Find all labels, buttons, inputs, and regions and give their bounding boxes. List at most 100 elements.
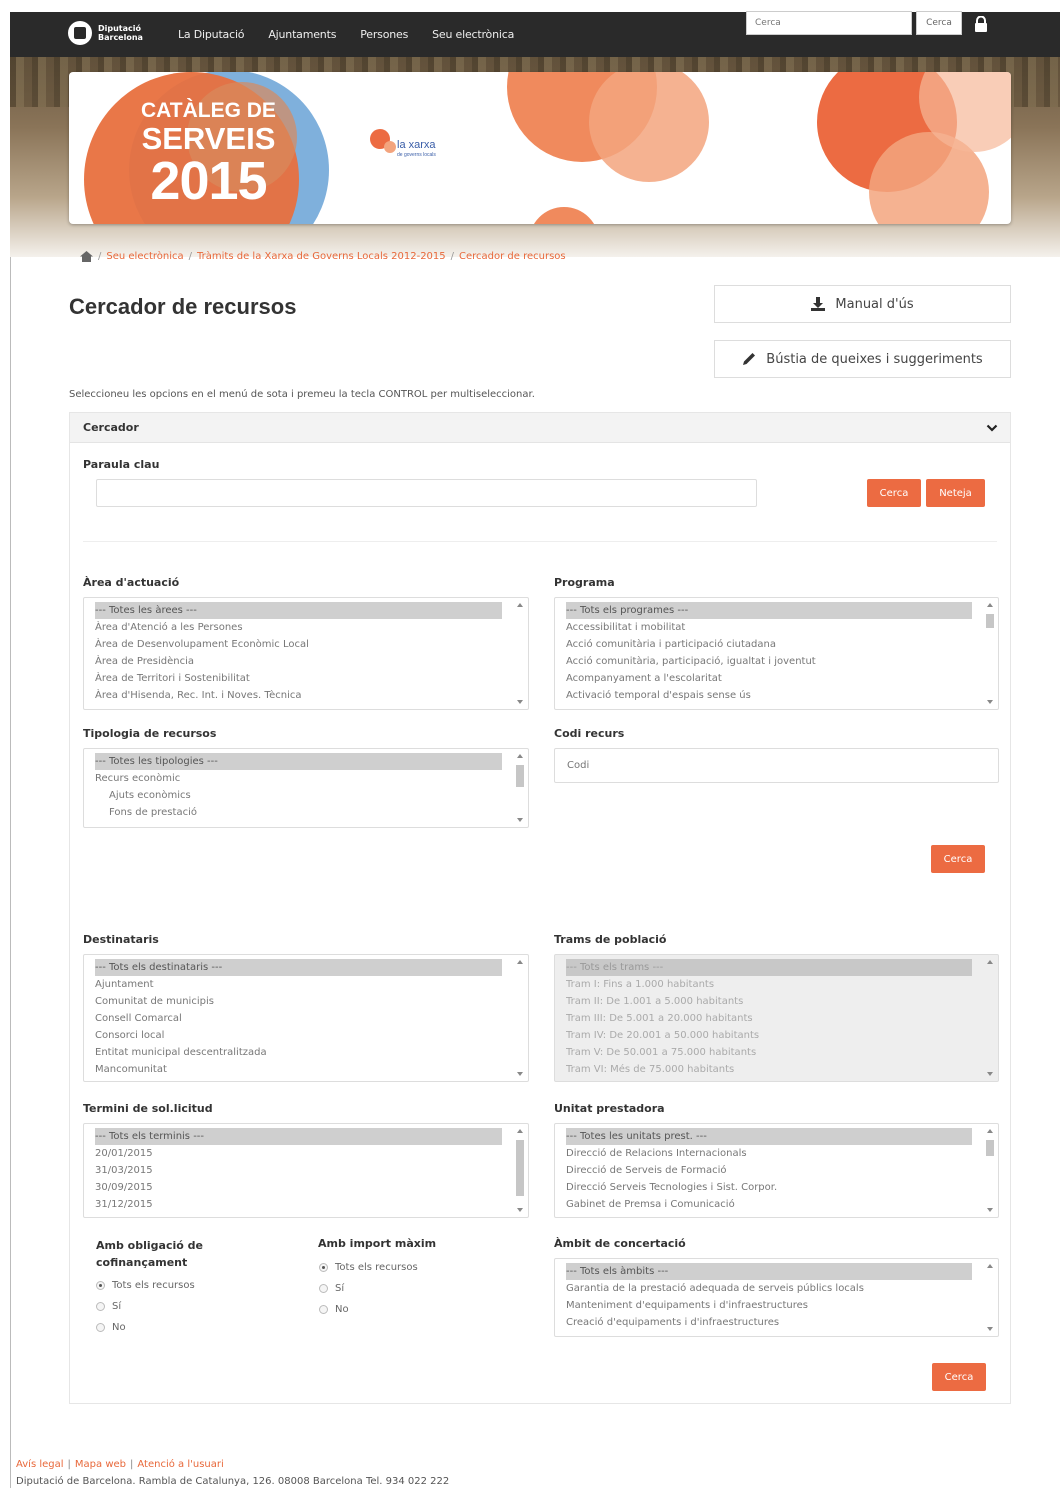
- trams-scrollbar[interactable]: [984, 957, 996, 1079]
- programa-listbox[interactable]: --- Tots els programes --- Accessibilita…: [554, 597, 999, 710]
- unitat-option[interactable]: --- Totes les unitats prest. ---: [566, 1128, 972, 1145]
- trams-option[interactable]: Tram V: De 50.001 a 75.000 habitants: [566, 1044, 972, 1061]
- nav-item-ajuntaments[interactable]: Ajuntaments: [268, 28, 336, 41]
- termini-option[interactable]: 30/09/2015: [95, 1179, 502, 1196]
- ambit-scrollbar[interactable]: [984, 1261, 996, 1334]
- programa-option[interactable]: Acompanyament a l'escolaritat: [566, 670, 972, 687]
- keyword-clear-button[interactable]: Neteja: [926, 479, 985, 507]
- home-icon[interactable]: [80, 251, 93, 262]
- programa-option[interactable]: --- Tots els programes ---: [566, 602, 972, 619]
- cofinancament-option-no[interactable]: No: [96, 1322, 126, 1333]
- destinataris-scrollbar[interactable]: [514, 957, 526, 1079]
- programa-scrollbar[interactable]: [984, 600, 996, 707]
- breadcrumb-item-seu[interactable]: Seu electrònica: [106, 251, 183, 262]
- breadcrumb-item-tramits[interactable]: Tràmits de la Xarxa de Governs Locals 20…: [197, 251, 446, 262]
- area-option[interactable]: --- Totes les àrees ---: [95, 602, 502, 619]
- bottom-search-button[interactable]: Cerca: [932, 1363, 986, 1391]
- trams-option[interactable]: Tram III: De 5.001 a 20.000 habitants: [566, 1010, 972, 1027]
- termini-scrollbar[interactable]: [514, 1126, 526, 1215]
- unitat-scrollbar[interactable]: [984, 1126, 996, 1215]
- termini-listbox[interactable]: --- Tots els terminis --- 20/01/2015 31/…: [83, 1123, 529, 1218]
- footer-link-avis-legal[interactable]: Avís legal: [16, 1459, 64, 1470]
- import-option-no[interactable]: No: [319, 1304, 349, 1315]
- import-option-yes[interactable]: Sí: [319, 1283, 344, 1294]
- radio-icon[interactable]: [319, 1263, 328, 1272]
- tipologia-option[interactable]: Ajuts econòmics: [95, 787, 502, 804]
- panel-header[interactable]: Cercador: [70, 413, 1010, 443]
- trams-option[interactable]: --- Tots els trams ---: [566, 959, 972, 976]
- nav-item-seu[interactable]: Seu electrònica: [432, 28, 514, 41]
- destinataris-option[interactable]: Ajuntament: [95, 976, 502, 993]
- destinataris-option[interactable]: Comunitat de municipis: [95, 993, 502, 1010]
- diputacio-logo[interactable]: Diputació Barcelona: [68, 21, 143, 45]
- destinataris-option[interactable]: Consell Comarcal: [95, 1010, 502, 1027]
- keyword-search-button[interactable]: Cerca: [867, 479, 921, 507]
- destinataris-option[interactable]: Entitat municipal descentralitzada: [95, 1044, 502, 1061]
- complaints-button-label: Bústia de queixes i suggeriments: [766, 351, 983, 367]
- radio-icon[interactable]: [96, 1302, 105, 1311]
- area-scrollbar[interactable]: [514, 600, 526, 707]
- destinataris-option[interactable]: --- Tots els destinataris ---: [95, 959, 502, 976]
- unitat-option[interactable]: Gabinet de Premsa i Comunicació: [566, 1196, 972, 1213]
- ambit-option[interactable]: Manteniment d'equipaments i d'infraestru…: [566, 1297, 972, 1314]
- unitat-option[interactable]: Direcció de Relacions Internacionals: [566, 1145, 972, 1162]
- termini-option[interactable]: --- Tots els terminis ---: [95, 1128, 502, 1145]
- footer-link-atencio[interactable]: Atenció a l'usuari: [137, 1459, 223, 1470]
- termini-option[interactable]: 31/12/2015: [95, 1196, 502, 1213]
- destinataris-option[interactable]: Consorci local: [95, 1027, 502, 1044]
- ambit-option[interactable]: Creació d'equipaments i d'infraestructur…: [566, 1314, 972, 1331]
- nav-item-diputacio[interactable]: La Diputació: [178, 28, 245, 41]
- radio-icon[interactable]: [319, 1284, 328, 1293]
- unitat-listbox[interactable]: --- Totes les unitats prest. --- Direcci…: [554, 1123, 999, 1218]
- unitat-option[interactable]: Direcció Serveis Tecnologies i Sist. Cor…: [566, 1179, 972, 1196]
- hero-title: CATÀLEG DE SERVEIS 2015: [141, 100, 276, 208]
- tipologia-option[interactable]: --- Totes les tipologies ---: [95, 753, 502, 770]
- tipologia-listbox[interactable]: --- Totes les tipologies --- Recurs econ…: [83, 748, 529, 828]
- programa-option[interactable]: Acció comunitària, participació, igualta…: [566, 653, 972, 670]
- cofinancament-option-all[interactable]: Tots els recursos: [96, 1280, 195, 1291]
- radio-icon[interactable]: [319, 1305, 328, 1314]
- area-option[interactable]: Àrea de Presidència: [95, 653, 502, 670]
- complaints-button[interactable]: Bústia de queixes i suggeriments: [714, 340, 1011, 378]
- programa-option[interactable]: Accessibilitat i mobilitat: [566, 619, 972, 636]
- trams-option[interactable]: Tram I: Fins a 1.000 habitants: [566, 976, 972, 993]
- import-option-all[interactable]: Tots els recursos: [319, 1262, 418, 1273]
- tipologia-option[interactable]: Recurs econòmic: [95, 770, 502, 787]
- programa-option[interactable]: Activació temporal d'espais sense ús: [566, 687, 972, 704]
- area-option[interactable]: Àrea d'Hisenda, Rec. Int. i Noves. Tècni…: [95, 687, 502, 704]
- programa-option[interactable]: Acció comunitària i participació ciutada…: [566, 636, 972, 653]
- ambit-listbox[interactable]: --- Tots els àmbits --- Garantia de la p…: [554, 1258, 999, 1337]
- mid-search-button[interactable]: Cerca: [931, 845, 985, 873]
- nav-search-input[interactable]: [746, 11, 912, 35]
- tipologia-scrollbar[interactable]: [514, 751, 526, 825]
- radio-icon[interactable]: [96, 1281, 105, 1290]
- codi-input[interactable]: [555, 749, 998, 782]
- area-option[interactable]: Àrea d'Atenció a les Persones: [95, 619, 502, 636]
- destinataris-option[interactable]: Mancomunitat: [95, 1061, 502, 1078]
- trams-listbox[interactable]: --- Tots els trams --- Tram I: Fins a 1.…: [554, 954, 999, 1082]
- radio-icon[interactable]: [96, 1323, 105, 1332]
- trams-option[interactable]: Tram VI: Més de 75.000 habitants: [566, 1061, 972, 1078]
- destinataris-listbox[interactable]: --- Tots els destinataris --- Ajuntament…: [83, 954, 529, 1082]
- footer-link-mapa-web[interactable]: Mapa web: [75, 1459, 126, 1470]
- breadcrumb-item-cercador[interactable]: Cercador de recursos: [459, 251, 566, 262]
- ambit-option[interactable]: Garantia de la prestació adequada de ser…: [566, 1280, 972, 1297]
- area-listbox[interactable]: --- Totes les àrees --- Àrea d'Atenció a…: [83, 597, 529, 710]
- keyword-input[interactable]: [97, 480, 756, 506]
- termini-option[interactable]: 20/01/2015: [95, 1145, 502, 1162]
- area-option[interactable]: Àrea de Territori i Sostenibilitat: [95, 670, 502, 687]
- logo-line1: Diputació: [98, 24, 142, 33]
- trams-option[interactable]: Tram IV: De 20.001 a 50.000 habitants: [566, 1027, 972, 1044]
- unitat-option[interactable]: Direcció de Serveis de Formació: [566, 1162, 972, 1179]
- manual-button[interactable]: Manual d'ús: [714, 285, 1011, 323]
- trams-option[interactable]: Tram II: De 1.001 a 5.000 habitants: [566, 993, 972, 1010]
- nav-search-button[interactable]: Cerca: [916, 11, 962, 35]
- chevron-down-icon[interactable]: [986, 422, 998, 434]
- tipologia-option[interactable]: Fons de prestació: [95, 804, 502, 821]
- nav-item-persones[interactable]: Persones: [360, 28, 408, 41]
- area-option[interactable]: Àrea de Desenvolupament Econòmic Local: [95, 636, 502, 653]
- termini-option[interactable]: 31/03/2015: [95, 1162, 502, 1179]
- lock-icon[interactable]: [974, 16, 988, 32]
- cofinancament-option-yes[interactable]: Sí: [96, 1301, 121, 1312]
- ambit-option[interactable]: --- Tots els àmbits ---: [566, 1263, 972, 1280]
